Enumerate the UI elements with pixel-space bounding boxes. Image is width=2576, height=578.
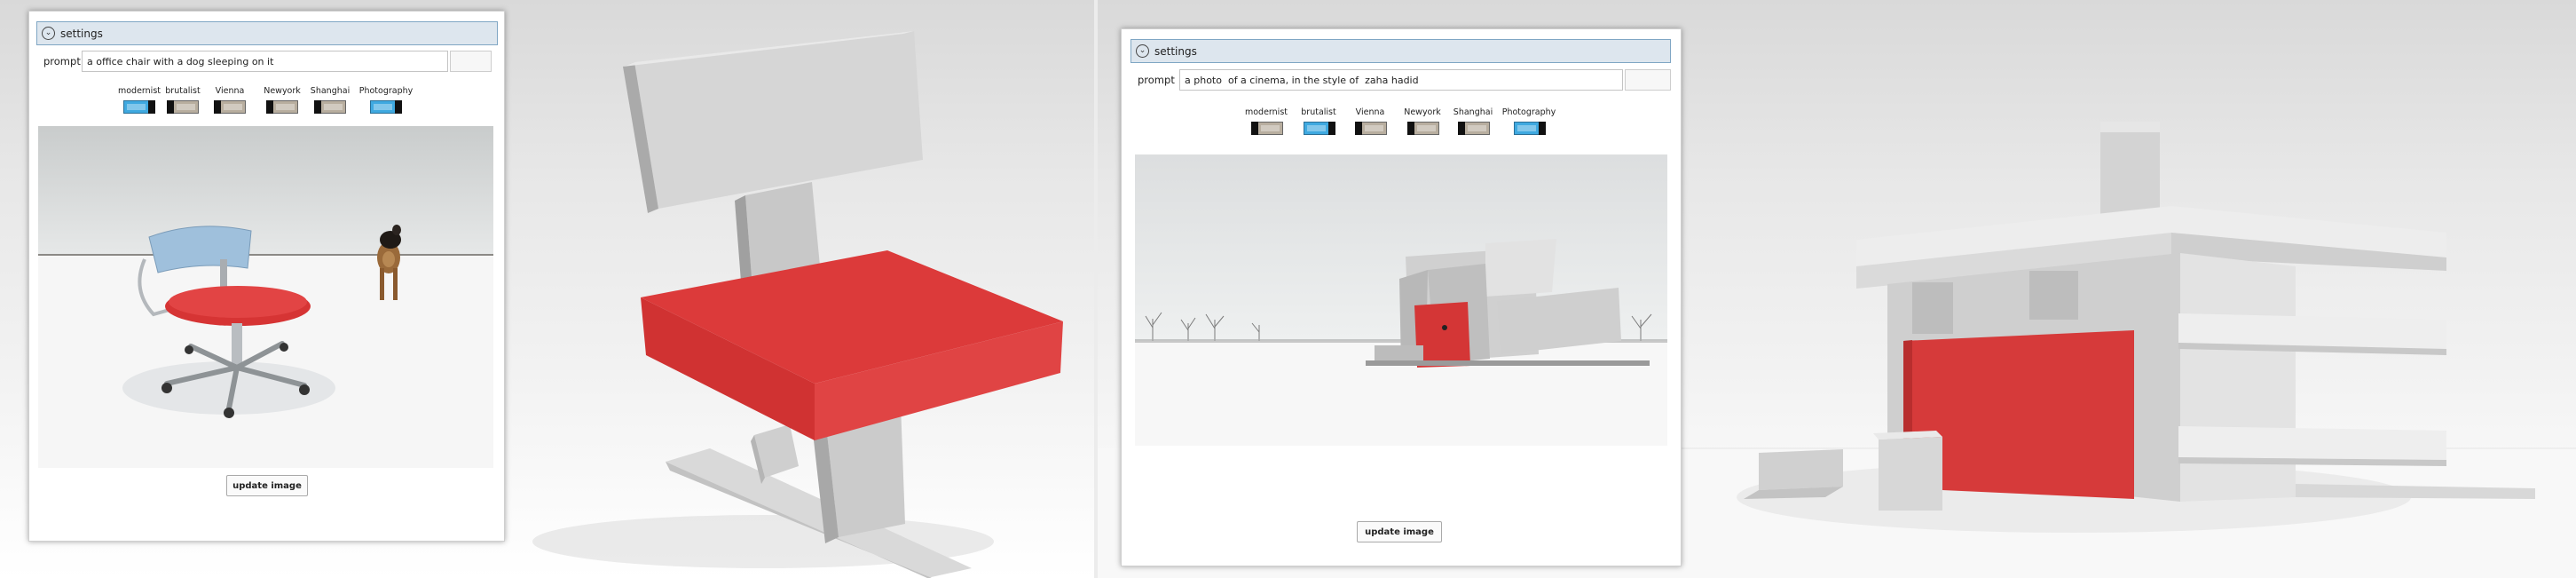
toggle-brutalist[interactable] <box>167 100 199 114</box>
settings-header[interactable]: ⌄ settings <box>1130 39 1671 63</box>
chevron-down-icon[interactable]: ⌄ <box>42 27 55 40</box>
toggle-brutalist[interactable] <box>1304 122 1335 135</box>
settings-label: settings <box>60 27 103 40</box>
generated-image <box>1135 154 1667 446</box>
style-label-shanghai: Shanghai <box>1453 107 1493 117</box>
update-image-button[interactable]: update image <box>1357 521 1442 542</box>
toggle-vienna[interactable] <box>1355 122 1387 135</box>
toggle-newyork[interactable] <box>266 100 298 114</box>
toggle-modernist[interactable] <box>1251 122 1283 135</box>
prompt-input[interactable] <box>1179 69 1623 91</box>
generated-image <box>38 126 493 468</box>
toggle-modernist[interactable] <box>123 100 155 114</box>
settings-header[interactable]: ⌄ settings <box>36 21 498 45</box>
toggle-newyork[interactable] <box>1407 122 1439 135</box>
prompt-label: prompt <box>43 55 81 67</box>
prompt-side-button[interactable] <box>450 51 492 72</box>
style-label-photography: Photography <box>1501 107 1556 117</box>
chevron-down-icon[interactable]: ⌄ <box>1136 44 1149 58</box>
right-settings-panel: ⌄ settings prompt modernist brutalist Vi… <box>1121 28 1682 566</box>
prompt-label: prompt <box>1138 74 1175 86</box>
settings-label: settings <box>1154 44 1197 58</box>
style-label-shanghai: Shanghai <box>310 86 351 96</box>
update-image-button[interactable]: update image <box>226 475 308 496</box>
toggle-photography[interactable] <box>370 100 402 114</box>
prompt-input[interactable] <box>82 51 448 72</box>
toggle-vienna[interactable] <box>214 100 246 114</box>
toggle-shanghai[interactable] <box>314 100 346 114</box>
toggle-shanghai[interactable] <box>1458 122 1490 135</box>
left-settings-panel: ⌄ settings prompt modernist brutalist Vi… <box>28 11 505 542</box>
toggle-photography[interactable] <box>1514 122 1546 135</box>
style-label-photography: Photography <box>358 86 414 96</box>
prompt-side-button[interactable] <box>1625 69 1671 91</box>
